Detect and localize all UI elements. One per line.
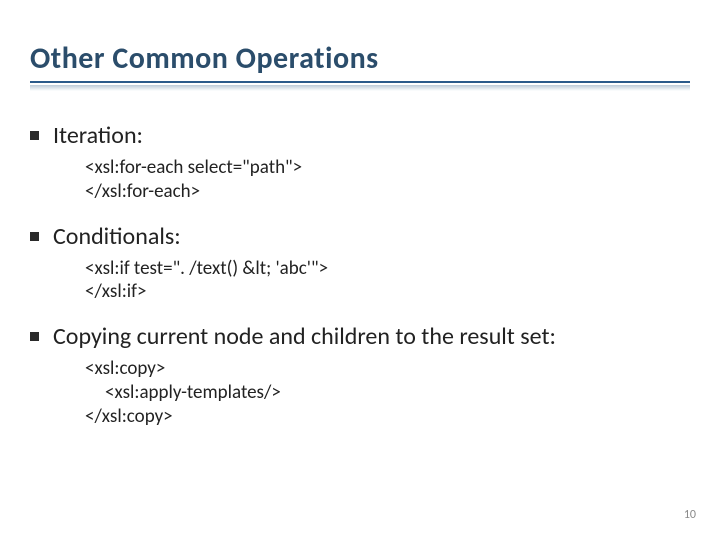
code-line: </xsl:if> (85, 280, 690, 304)
title-rule (30, 81, 690, 83)
code-line: </xsl:copy> (85, 405, 690, 429)
code-line: <xsl:apply-templates/> (105, 381, 690, 405)
code-line: </xsl:for-each> (85, 180, 690, 204)
code-block: <xsl:copy> <xsl:apply-templates/> </xsl:… (85, 357, 690, 428)
section-conditionals: Conditionals: <xsl:if test=". /text() &l… (30, 222, 690, 305)
square-bullet-icon (30, 332, 39, 341)
section-heading: Conditionals: (53, 222, 181, 251)
square-bullet-icon (30, 131, 39, 140)
page-number: 10 (684, 508, 696, 522)
code-line: <xsl:if test=". /text() &lt; 'abc'"> (85, 257, 690, 281)
slide-container: Other Common Operations Iteration: <xsl:… (0, 0, 720, 540)
code-line: <xsl:copy> (85, 357, 690, 381)
section-iteration: Iteration: <xsl:for-each select="path"> … (30, 121, 690, 204)
code-line: <xsl:for-each select="path"> (85, 156, 690, 180)
section-heading: Iteration: (53, 121, 143, 150)
section-head: Conditionals: (30, 222, 690, 251)
section-heading: Copying current node and children to the… (53, 322, 556, 351)
title-subrule (30, 85, 690, 91)
section-copying: Copying current node and children to the… (30, 322, 690, 428)
square-bullet-icon (30, 232, 39, 241)
code-block: <xsl:for-each select="path"> </xsl:for-e… (85, 156, 690, 204)
section-head: Iteration: (30, 121, 690, 150)
code-block: <xsl:if test=". /text() &lt; 'abc'"> </x… (85, 257, 690, 305)
section-head: Copying current node and children to the… (30, 322, 690, 351)
slide-title: Other Common Operations (30, 40, 690, 77)
